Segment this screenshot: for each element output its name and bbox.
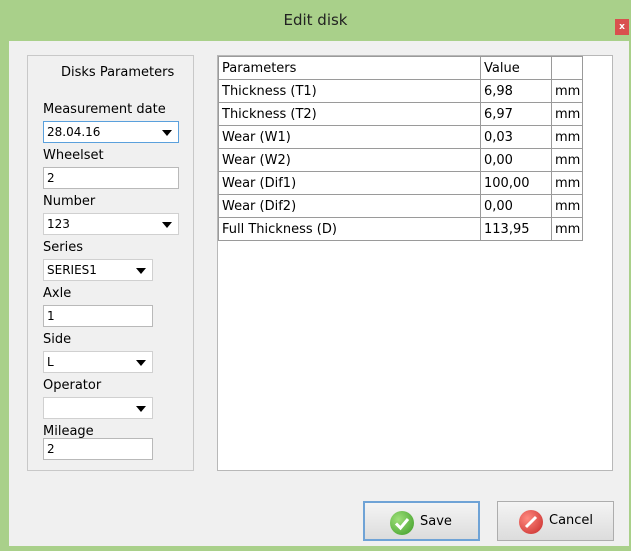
table-row[interactable]: Wear (W2) 0,00 mm — [218, 148, 583, 172]
value-cell[interactable]: 113,95 — [480, 217, 552, 241]
axle-field[interactable]: 1 — [43, 305, 153, 327]
unit-cell: mm — [551, 79, 583, 103]
number-label: Number — [43, 194, 96, 209]
side-value: L — [47, 355, 54, 369]
panel-heading: Disks Parameters — [61, 65, 175, 80]
value-cell[interactable]: 0,00 — [480, 194, 552, 218]
parameter-cell: Wear (W2) — [218, 148, 481, 172]
side-select[interactable]: L — [43, 351, 153, 373]
save-label: Save — [420, 514, 452, 529]
window-title: Edit disk — [283, 11, 348, 29]
measurement-date-value: 28.04.16 — [47, 125, 101, 139]
value-cell[interactable]: 100,00 — [480, 171, 552, 195]
axle-label: Axle — [43, 286, 72, 301]
operator-label: Operator — [43, 378, 102, 393]
wheelset-field[interactable]: 2 — [43, 167, 179, 189]
parameter-cell: Thickness (T1) — [218, 79, 481, 103]
cancel-button[interactable]: Cancel — [497, 501, 614, 541]
value-cell[interactable]: 0,00 — [480, 148, 552, 172]
unit-cell: mm — [551, 194, 583, 218]
operator-select[interactable] — [43, 397, 153, 419]
table-row[interactable]: Thickness (T2) 6,97 mm — [218, 102, 583, 126]
parameters-table: Parameters Value Thickness (T1) 6,98 mm … — [218, 56, 583, 241]
check-circle-icon — [390, 511, 414, 535]
value-cell[interactable]: 6,98 — [480, 79, 552, 103]
measurement-date-label: Measurement date — [43, 102, 166, 117]
side-label: Side — [43, 332, 72, 347]
chevron-down-icon[interactable] — [162, 130, 172, 136]
column-header-unit[interactable] — [551, 56, 583, 80]
unit-cell: mm — [551, 148, 583, 172]
parameter-cell: Wear (W1) — [218, 125, 481, 149]
table-row[interactable]: Thickness (T1) 6,98 mm — [218, 79, 583, 103]
parameter-cell: Thickness (T2) — [218, 102, 481, 126]
series-label: Series — [43, 240, 83, 255]
table-row[interactable]: Wear (Dif1) 100,00 mm — [218, 171, 583, 195]
title-bar[interactable]: Edit disk x — [0, 0, 631, 40]
parameter-cell: Wear (Dif2) — [218, 194, 481, 218]
chevron-down-icon[interactable] — [136, 360, 146, 366]
wheelset-label: Wheelset — [43, 148, 104, 163]
table-row[interactable]: Full Thickness (D) 113,95 mm — [218, 217, 583, 241]
parameter-cell: Full Thickness (D) — [218, 217, 481, 241]
parameter-cell: Wear (Dif1) — [218, 171, 481, 195]
mileage-label: Mileage — [43, 424, 94, 439]
mileage-field[interactable]: 2 — [43, 438, 153, 460]
value-cell[interactable]: 6,97 — [480, 102, 552, 126]
unit-cell: mm — [551, 217, 583, 241]
chevron-down-icon[interactable] — [162, 222, 172, 228]
series-select[interactable]: SERIES1 — [43, 259, 153, 281]
table-header-row: Parameters Value — [218, 56, 583, 80]
table-row[interactable]: Wear (W1) 0,03 mm — [218, 125, 583, 149]
number-select[interactable]: 123 — [43, 213, 179, 235]
series-value: SERIES1 — [47, 263, 97, 277]
column-header-value[interactable]: Value — [480, 56, 552, 80]
cancel-label: Cancel — [549, 513, 594, 528]
close-icon[interactable]: x — [615, 19, 629, 35]
unit-cell: mm — [551, 125, 583, 149]
column-header-parameters[interactable]: Parameters — [218, 56, 481, 80]
unit-cell: mm — [551, 102, 583, 126]
table-row[interactable]: Wear (Dif2) 0,00 mm — [218, 194, 583, 218]
chevron-down-icon[interactable] — [136, 406, 146, 412]
measurement-date-picker[interactable]: 28.04.16 — [43, 121, 179, 143]
no-entry-icon — [519, 510, 543, 534]
save-button[interactable]: Save — [363, 501, 480, 541]
unit-cell: mm — [551, 171, 583, 195]
value-cell[interactable]: 0,03 — [480, 125, 552, 149]
chevron-down-icon[interactable] — [136, 268, 146, 274]
number-value: 123 — [47, 217, 70, 231]
